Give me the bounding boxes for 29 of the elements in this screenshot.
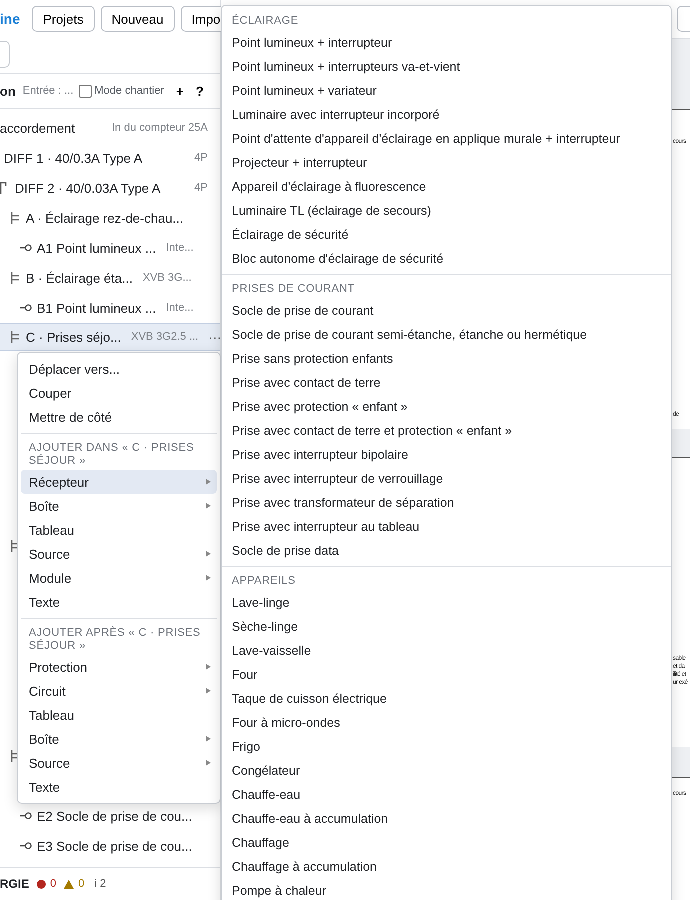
menu-section-header: AJOUTER APRÈS « C · PRISES SÉJOUR »	[28, 626, 202, 654]
tree-item-detail: XVB 3G...	[142, 272, 192, 284]
tree-item-label: C · Prises séjo...	[26, 330, 122, 344]
tree-item-label: B1 Point lumineux ...	[37, 300, 156, 316]
status-label: RGIE	[0, 877, 30, 891]
menu-section-header: APPAREILS	[231, 574, 297, 589]
tree-item-label: DIFF 2 · 40/0.03A Type A	[15, 180, 161, 196]
logo: ine	[0, 11, 20, 27]
tree-item-label: B · Éclairage éta...	[26, 270, 133, 286]
tree-item-label: DIFF 1 · 40/0.3A Type A	[4, 150, 142, 166]
checkbox-label: Mode chantier	[94, 85, 164, 97]
tree-item-detail: 4P	[194, 182, 208, 194]
tree-item-label: accordement	[0, 120, 76, 136]
menu-section-header: ÉCLAIRAGE	[231, 14, 300, 29]
panel-title: on	[0, 84, 16, 98]
tree-item-detail: Inte...	[166, 242, 194, 254]
menu-section-header: AJOUTER DANS « C · PRISES SÉJOUR »	[28, 441, 196, 469]
info-count: i 2	[94, 878, 106, 890]
menu-section-header: PRISES DE COURANT	[231, 282, 356, 297]
tree-item-detail: XVB 3G2.5 ...	[131, 331, 199, 343]
tree-item-label: E2 Socle de prise de cou...	[37, 808, 192, 824]
warning-count: 0	[78, 878, 85, 890]
tree-item-detail: 4P	[194, 152, 208, 164]
tree-item-label: A · Éclairage rez-de-chau...	[26, 210, 184, 226]
error-count: 0	[50, 878, 56, 890]
tree-item-label: E3 Socle de prise de cou...	[37, 838, 192, 854]
tree-item-label: A1 Point lumineux ...	[37, 240, 156, 256]
tree-item-detail: Inte...	[166, 302, 194, 314]
tree-item-detail: In du compteur 25A	[112, 122, 208, 134]
